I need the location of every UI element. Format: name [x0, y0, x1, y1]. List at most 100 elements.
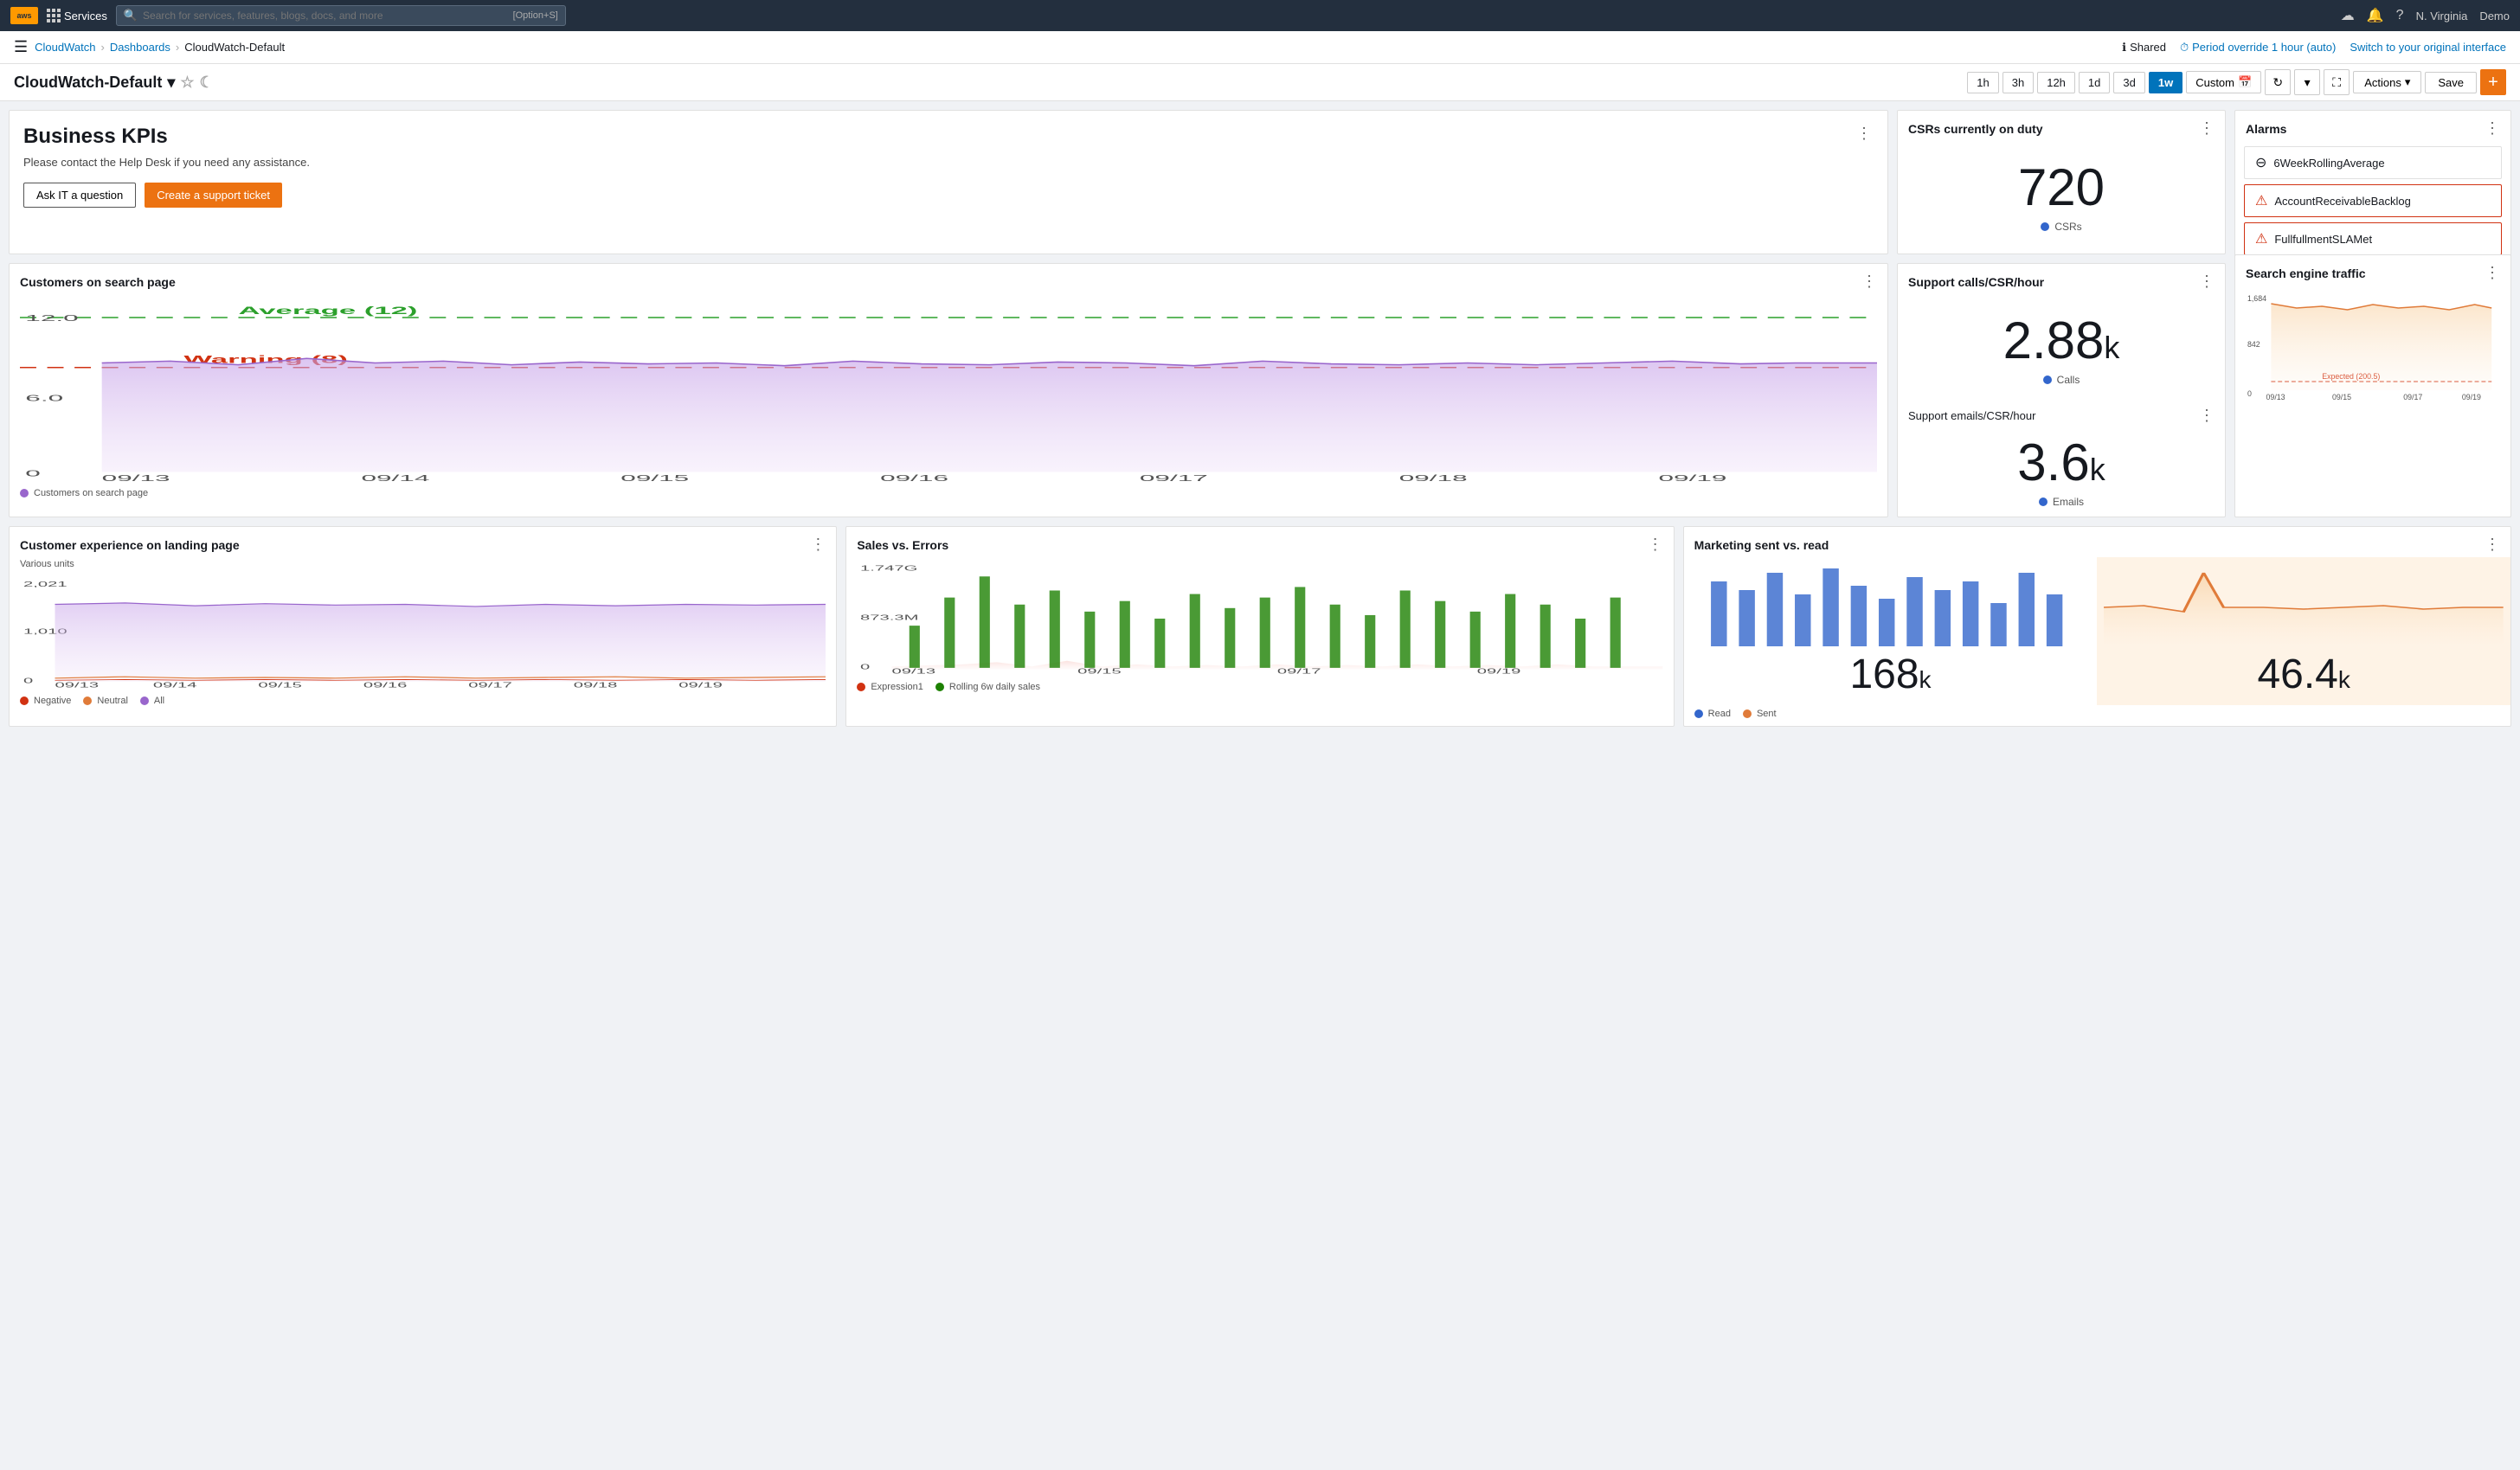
grid-menu-button[interactable]: Services: [47, 9, 107, 22]
expression1-label: Expression1: [871, 682, 923, 692]
svg-text:0: 0: [860, 664, 870, 671]
negative-label: Negative: [34, 696, 71, 706]
actions-label: Actions: [2364, 76, 2401, 89]
clock-icon: ⏱: [2180, 41, 2189, 55]
refresh-dropdown-button[interactable]: ▾: [2294, 69, 2320, 95]
actions-button[interactable]: Actions ▾: [2353, 71, 2421, 93]
customers-search-svg: Average (12) Warning (8) 12.0 6.0 0: [20, 299, 1877, 481]
negative-dot: [20, 696, 29, 705]
kpi-widget-menu[interactable]: ⋮: [1856, 125, 1874, 143]
custom-time-button[interactable]: Custom 📅: [2186, 71, 2261, 93]
search-engine-menu[interactable]: ⋮: [2485, 264, 2500, 282]
alarm-item-3[interactable]: ⚠ FullfullmentSLAMet: [2244, 222, 2502, 255]
support-calls-menu[interactable]: ⋮: [2199, 273, 2215, 291]
customer-landing-widget: Customer experience on landing page ⋮ Va…: [9, 526, 837, 727]
dropdown-icon[interactable]: ▾: [167, 74, 175, 92]
support-calls-widget: Support calls/CSR/hour ⋮ 2.88k Calls Sup…: [1897, 263, 2226, 517]
marketing-widget: Marketing sent vs. read ⋮: [1683, 526, 2511, 727]
rolling-sales-dot: [935, 683, 944, 691]
csrs-legend-label: CSRs: [2054, 221, 2081, 233]
refresh-button[interactable]: ↻: [2265, 69, 2291, 95]
all-dot: [140, 696, 149, 705]
sales-errors-menu[interactable]: ⋮: [1648, 536, 1663, 554]
breadcrumb-dashboards[interactable]: Dashboards: [110, 41, 170, 54]
svg-text:09/16: 09/16: [363, 682, 408, 689]
customers-search-menu[interactable]: ⋮: [1861, 273, 1877, 291]
alarm-icon-1: ⊖: [2255, 154, 2266, 171]
support-emails-title: Support emails/CSR/hour: [1908, 409, 2035, 422]
kpi-title: Business KPIs: [23, 125, 310, 149]
time-3d[interactable]: 3d: [2113, 72, 2144, 93]
ask-it-button[interactable]: Ask IT a question: [23, 183, 136, 208]
shared-button[interactable]: ℹ Shared: [2122, 41, 2166, 55]
save-button[interactable]: Save: [2425, 72, 2477, 93]
svg-text:873.3M: 873.3M: [860, 614, 918, 622]
help-icon[interactable]: ?: [2396, 8, 2404, 23]
search-engine-traffic-widget: Search engine traffic ⋮ 1,684 842 0 Expe…: [2234, 254, 2511, 517]
fullscreen-button[interactable]: ⛶: [2324, 69, 2350, 95]
time-1d[interactable]: 1d: [2079, 72, 2110, 93]
support-calls-value: 2.88k: [2003, 315, 2120, 367]
marketing-sent-value: 46.4k: [2104, 651, 2504, 698]
breadcrumb-cloudwatch[interactable]: CloudWatch: [35, 41, 95, 54]
star-icon[interactable]: ☆: [180, 74, 194, 92]
svg-text:09/19: 09/19: [1659, 473, 1727, 481]
time-12h[interactable]: 12h: [2037, 72, 2075, 93]
svg-text:1.747G: 1.747G: [860, 565, 917, 573]
customers-search-title: Customers on search page: [20, 275, 176, 289]
marketing-menu[interactable]: ⋮: [2485, 536, 2500, 554]
svg-text:09/15: 09/15: [620, 473, 689, 481]
search-input[interactable]: [143, 10, 513, 22]
svg-text:0: 0: [2247, 389, 2252, 398]
customers-search-widget: Customers on search page ⋮ Average (12) …: [9, 263, 1888, 517]
customer-landing-svg: 2,021 1,010 0 0: [20, 576, 826, 689]
rolling-sales-label: Rolling 6w daily sales: [949, 682, 1040, 692]
moon-icon[interactable]: ☾: [200, 74, 214, 92]
period-override-button[interactable]: ⏱ Period override 1 hour (auto): [2180, 41, 2336, 55]
alarm-item-2[interactable]: ⚠ AccountReceivableBacklog: [2244, 184, 2502, 217]
time-1h[interactable]: 1h: [1967, 72, 1998, 93]
alarms-menu[interactable]: ⋮: [2485, 119, 2500, 138]
sales-errors-title: Sales vs. Errors: [857, 538, 948, 552]
svg-text:09/15: 09/15: [2332, 393, 2351, 401]
marketing-title: Marketing sent vs. read: [1694, 538, 1829, 552]
region-selector[interactable]: N. Virginia: [2416, 10, 2468, 22]
hamburger-menu[interactable]: ☰: [14, 38, 28, 56]
customers-legend-label: Customers on search page: [34, 488, 148, 498]
search-engine-chart: 1,684 842 0 Expected (200.5) 09/13 09/15…: [2235, 286, 2510, 407]
csrs-widget-menu[interactable]: ⋮: [2199, 119, 2215, 138]
svg-text:09/17: 09/17: [1140, 473, 1208, 481]
svg-text:09/17: 09/17: [1277, 668, 1321, 675]
search-bar[interactable]: 🔍 [Option+S]: [116, 5, 566, 26]
dashboard-header: CloudWatch-Default ▾ ☆ ☾ 1h 3h 12h 1d 3d…: [0, 64, 2520, 101]
main-content: Business KPIs Please contact the Help De…: [0, 101, 2520, 735]
time-1w[interactable]: 1w: [2149, 72, 2182, 93]
create-ticket-button[interactable]: Create a support ticket: [145, 183, 282, 208]
marketing-read-value: 168k: [1691, 651, 2091, 698]
time-3h[interactable]: 3h: [2002, 72, 2034, 93]
account-selector[interactable]: Demo: [2479, 10, 2510, 22]
svg-text:12.0: 12.0: [25, 313, 78, 324]
aws-logo: aws: [10, 7, 38, 24]
marketing-legend: Read Sent: [1684, 705, 2510, 726]
svg-text:09/13: 09/13: [2266, 393, 2285, 401]
support-emails-value: 3.6k: [2017, 437, 2105, 489]
switch-interface-link[interactable]: Switch to your original interface: [2350, 41, 2506, 54]
csrs-legend: CSRs: [2041, 221, 2081, 233]
search-engine-title: Search engine traffic: [2246, 266, 2366, 280]
period-override-label: Period override 1 hour (auto): [2192, 41, 2336, 54]
support-emails-menu[interactable]: ⋮: [2199, 407, 2215, 425]
add-widget-button[interactable]: +: [2480, 69, 2506, 95]
marketing-read-chart: [1691, 564, 2091, 651]
csrs-widget-title: CSRs currently on duty: [1908, 122, 2043, 136]
breadcrumb-bar: ☰ CloudWatch › Dashboards › CloudWatch-D…: [0, 31, 2520, 64]
bell-icon[interactable]: 🔔: [2367, 7, 2384, 24]
cloud-icon[interactable]: ☁: [2341, 7, 2355, 24]
dashboard-title-area: CloudWatch-Default ▾ ☆ ☾: [14, 74, 214, 92]
alarm-item-1[interactable]: ⊖ 6WeekRollingAverage: [2244, 146, 2502, 179]
customer-landing-menu[interactable]: ⋮: [810, 536, 826, 554]
breadcrumb: CloudWatch › Dashboards › CloudWatch-Def…: [35, 41, 285, 54]
custom-label: Custom: [2195, 76, 2234, 89]
time-controls: 1h 3h 12h 1d 3d 1w Custom 📅 ↻ ▾ ⛶ Action…: [1967, 69, 2506, 95]
alarm-icon-2: ⚠: [2255, 192, 2267, 209]
